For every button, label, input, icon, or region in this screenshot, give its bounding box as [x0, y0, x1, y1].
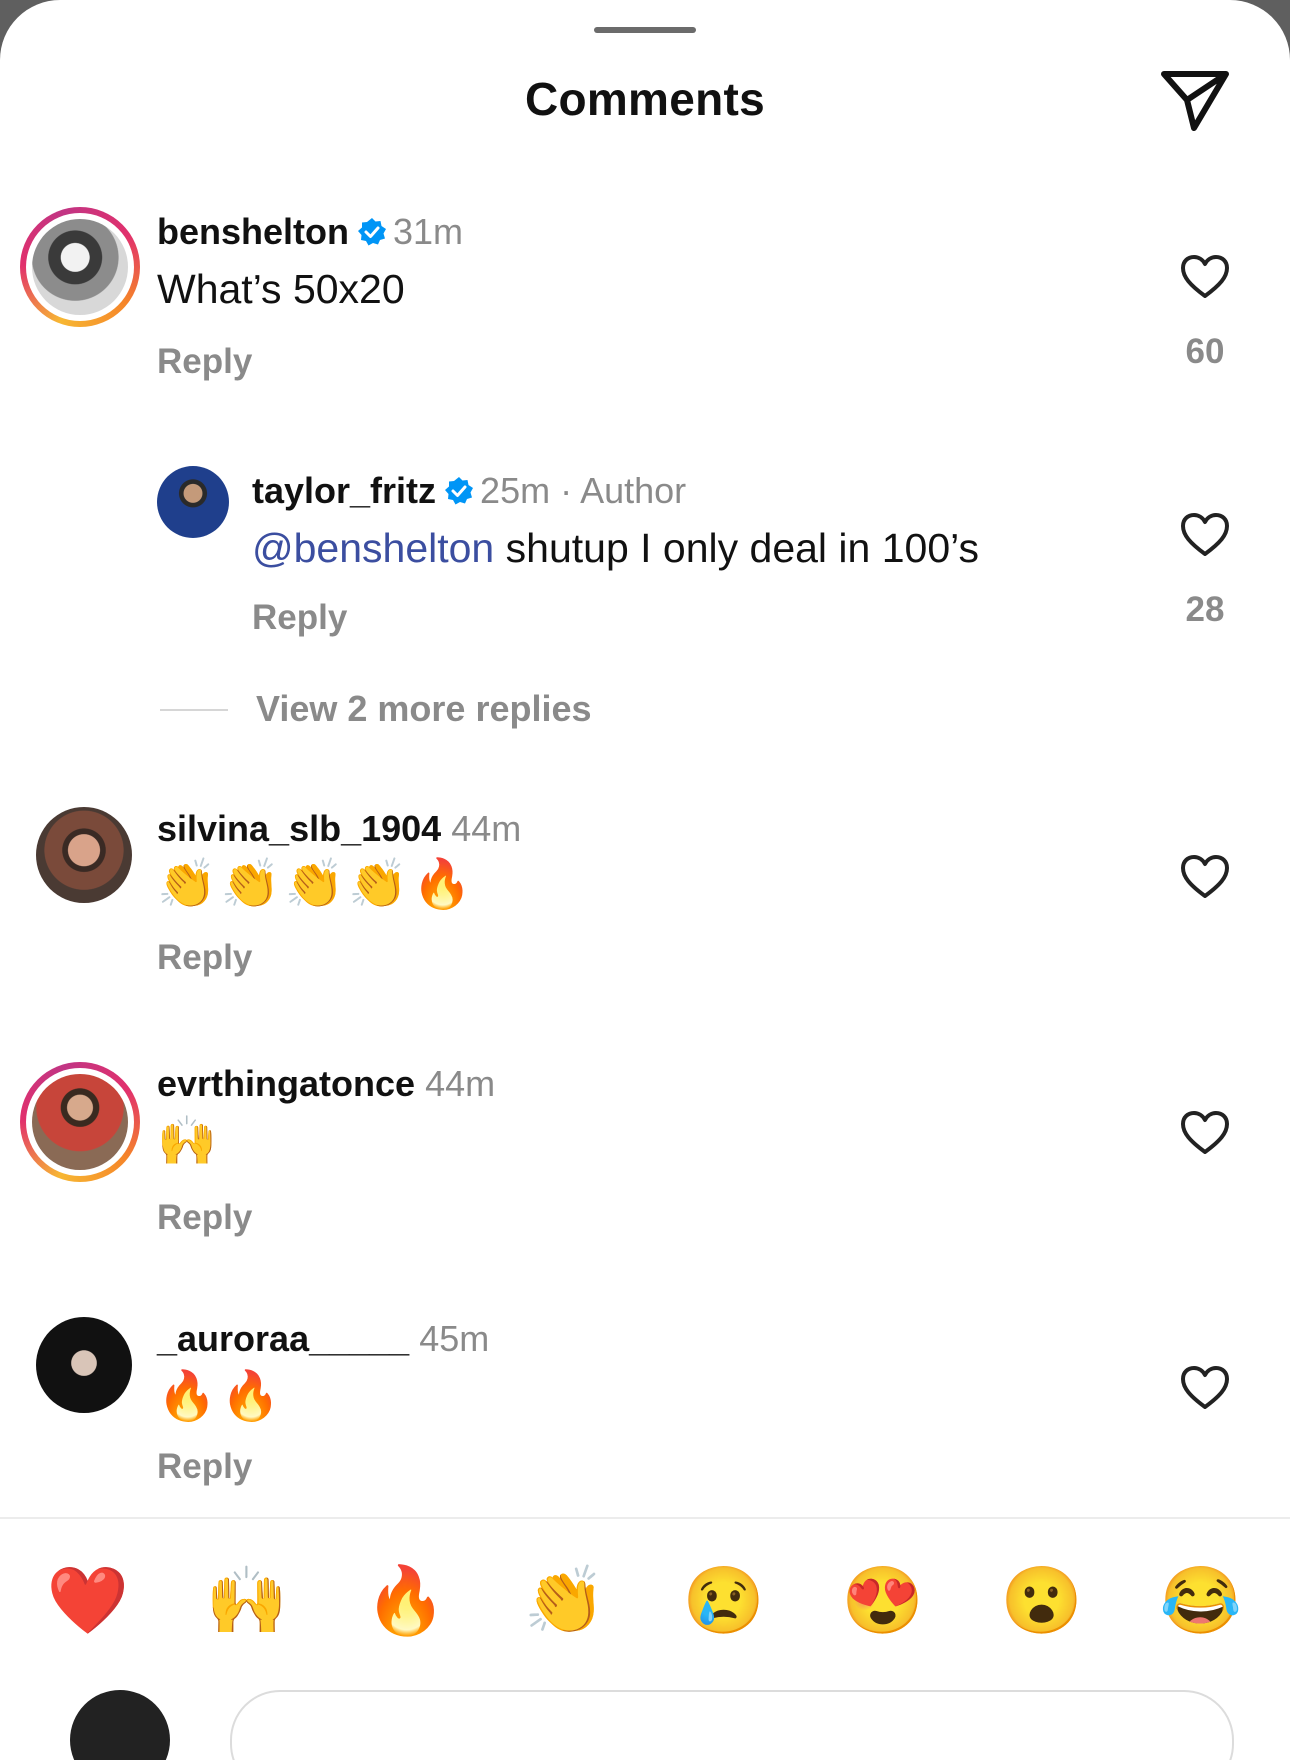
- paper-plane-icon[interactable]: [1160, 68, 1230, 132]
- timestamp: 44m: [425, 1063, 496, 1104]
- heart-icon[interactable]: [1180, 254, 1230, 300]
- reply-button[interactable]: Reply: [157, 1447, 252, 1487]
- reply-button[interactable]: Reply: [157, 1198, 252, 1238]
- username[interactable]: silvina_slb_1904: [157, 808, 441, 849]
- comment-text: What’s 50x20: [157, 266, 405, 312]
- like-count: 28: [1185, 590, 1225, 629]
- reaction-laughing-emoji[interactable]: 😂: [1151, 1555, 1251, 1645]
- like-count: 60: [1185, 332, 1225, 371]
- comment-text: @benshelton shutup I only deal in 100’s: [252, 525, 979, 572]
- comment-text: 🔥🔥: [157, 1370, 285, 1423]
- reply-button[interactable]: Reply: [157, 342, 252, 382]
- drag-handle[interactable]: [594, 27, 696, 33]
- reaction-heart-eyes-emoji[interactable]: 😍: [833, 1555, 933, 1645]
- verified-badge-icon: [445, 477, 474, 505]
- comment-text: 🙌: [157, 1115, 221, 1168]
- heart-icon[interactable]: [1180, 512, 1230, 558]
- verified-badge-icon: [358, 218, 387, 246]
- heart-icon[interactable]: [1180, 1365, 1230, 1411]
- avatar[interactable]: [36, 807, 132, 903]
- comment-meta: _auroraa_____ 45m: [157, 1318, 489, 1360]
- reaction-fire-emoji[interactable]: 🔥: [356, 1555, 456, 1645]
- avatar[interactable]: [36, 1317, 132, 1413]
- comments-sheet: Comments benshelton 31m What’s 50x20 Repl…: [0, 0, 1290, 1760]
- reply-button[interactable]: Reply: [252, 598, 347, 638]
- avatar[interactable]: [20, 1062, 140, 1182]
- heart-icon[interactable]: [1180, 854, 1230, 900]
- heart-icon[interactable]: [1180, 1110, 1230, 1156]
- avatar[interactable]: [20, 207, 140, 327]
- timestamp: 45m: [419, 1318, 490, 1359]
- reaction-heart-emoji[interactable]: ❤️: [38, 1555, 138, 1645]
- timestamp: 31m: [393, 211, 464, 252]
- reaction-clap-emoji[interactable]: 👏: [515, 1555, 615, 1645]
- comment-meta: taylor_fritz 25m · Author: [252, 470, 686, 512]
- reaction-raised-hands-emoji[interactable]: 🙌: [197, 1555, 297, 1645]
- quick-reaction-bar: ❤️ 🙌 🔥 👏 😢 😍 😮 😂: [0, 1555, 1290, 1645]
- mention-link[interactable]: @benshelton: [252, 525, 494, 571]
- timestamp: 44m: [451, 808, 522, 849]
- view-more-replies-button[interactable]: View 2 more replies: [256, 688, 592, 730]
- avatar[interactable]: [157, 466, 229, 538]
- reaction-surprised-emoji[interactable]: 😮: [992, 1555, 1092, 1645]
- comment-meta: benshelton 31m: [157, 211, 463, 253]
- comment-input[interactable]: [230, 1690, 1234, 1760]
- comment-text-body: shutup I only deal in 100’s: [494, 525, 980, 571]
- username[interactable]: _auroraa_____: [157, 1318, 409, 1359]
- username[interactable]: benshelton: [157, 211, 349, 252]
- reaction-crying-emoji[interactable]: 😢: [674, 1555, 774, 1645]
- timestamp: 25m · Author: [480, 470, 687, 511]
- reply-button[interactable]: Reply: [157, 938, 252, 978]
- comment-meta: evrthingatonce 44m: [157, 1063, 495, 1105]
- username[interactable]: taylor_fritz: [252, 470, 436, 511]
- username[interactable]: evrthingatonce: [157, 1063, 415, 1104]
- comment-text: 👏👏👏👏🔥: [157, 858, 476, 911]
- sheet-title: Comments: [524, 73, 766, 125]
- divider: [0, 1517, 1290, 1519]
- current-user-avatar: [70, 1690, 170, 1760]
- comment-meta: silvina_slb_1904 44m: [157, 808, 521, 850]
- thread-line: [160, 709, 228, 711]
